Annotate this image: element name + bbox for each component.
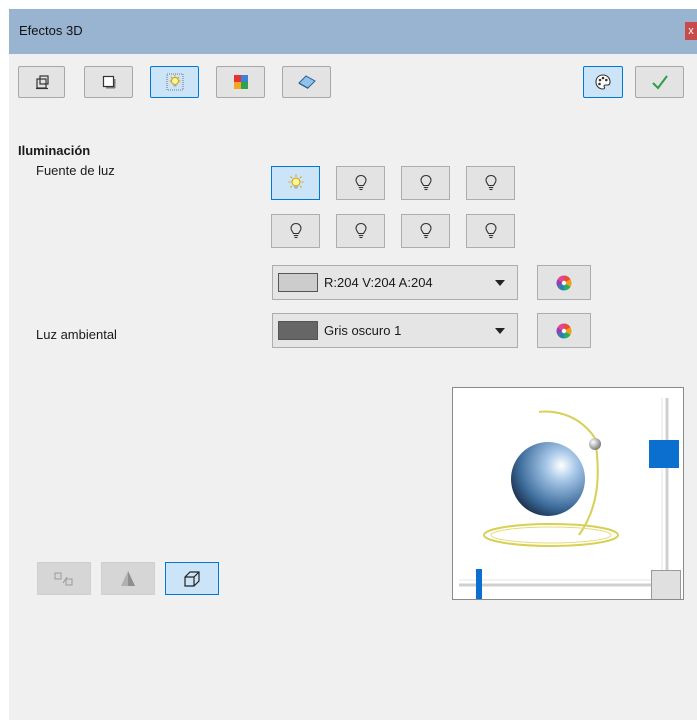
- convert-to-3d-icon: [54, 572, 73, 585]
- light-bulb-off-icon: [419, 174, 432, 191]
- title-bar: Efectos 3D x: [9, 9, 697, 54]
- ambient-color-swatch: [278, 321, 318, 340]
- light-bulb-off-icon: [419, 222, 432, 239]
- light-color-dropdown[interactable]: R:204 V:204 A:204: [272, 265, 518, 300]
- close-button[interactable]: x: [685, 22, 697, 40]
- light-source-button-7[interactable]: [401, 214, 450, 248]
- illumination-preview[interactable]: [452, 387, 684, 600]
- illumination-button[interactable]: [150, 66, 199, 98]
- light-source-button-8[interactable]: [466, 214, 515, 248]
- geometry-button[interactable]: [18, 66, 65, 98]
- perspective-icon: [184, 570, 200, 587]
- ambient-light-dropdown[interactable]: Gris oscuro 1: [272, 313, 518, 348]
- ambient-light-label: Luz ambiental: [36, 327, 117, 342]
- favorites-button[interactable]: [583, 66, 623, 98]
- convert-to-lathe-icon: [121, 570, 135, 586]
- light-color-picker-button[interactable]: [537, 265, 591, 300]
- ambient-color-picker-button[interactable]: [537, 313, 591, 348]
- perspective-button[interactable]: [165, 562, 219, 595]
- ambient-color-value: Gris oscuro 1: [324, 323, 402, 338]
- color-wheel-icon: [556, 275, 572, 290]
- dropdown-arrow-icon: [495, 327, 505, 334]
- illumination-icon: [166, 73, 183, 91]
- shading-icon: [102, 75, 115, 89]
- geometry-icon: [35, 75, 49, 90]
- light-bulb-off-icon: [484, 222, 497, 239]
- horizontal-slider-handle[interactable]: [476, 569, 482, 599]
- window-title: Efectos 3D: [19, 23, 83, 38]
- dropdown-arrow-icon: [495, 279, 505, 286]
- textures-button[interactable]: [216, 66, 265, 98]
- favorites-palette-icon: [595, 74, 611, 90]
- color-wheel-icon: [556, 323, 572, 338]
- slider-corner-handle: [651, 570, 681, 599]
- light-source-button-2[interactable]: [336, 166, 385, 200]
- vertical-slider-handle[interactable]: [649, 440, 679, 468]
- 3d-effects-dialog: Efectos 3D x Iluminación Fuente de luz L…: [9, 9, 697, 720]
- light-source-button-1[interactable]: [271, 166, 320, 200]
- light-color-swatch: [278, 273, 318, 292]
- light-source-button-6[interactable]: [336, 214, 385, 248]
- shading-button[interactable]: [84, 66, 133, 98]
- illumination-heading: Iluminación: [18, 143, 91, 158]
- light-source-button-5[interactable]: [271, 214, 320, 248]
- lit-sphere-preview: [459, 398, 669, 587]
- light-bulb-off-icon: [484, 174, 497, 191]
- assign-button[interactable]: [635, 66, 684, 98]
- light-color-value: R:204 V:204 A:204: [324, 275, 433, 290]
- material-icon: [297, 75, 316, 89]
- light-source-button-4[interactable]: [466, 166, 515, 200]
- material-button[interactable]: [282, 66, 331, 98]
- convert-to-lathe-button[interactable]: [101, 562, 155, 595]
- light-source-label: Fuente de luz: [36, 163, 115, 178]
- assign-checkmark-icon: [651, 75, 668, 90]
- light-bulb-off-icon: [289, 222, 302, 239]
- light-bulb-off-icon: [354, 174, 367, 191]
- light-source-button-3[interactable]: [401, 166, 450, 200]
- convert-to-3d-button[interactable]: [37, 562, 91, 595]
- light-bulb-off-icon: [354, 222, 367, 239]
- light-bulb-on-icon: [288, 174, 303, 189]
- textures-icon: [233, 75, 248, 89]
